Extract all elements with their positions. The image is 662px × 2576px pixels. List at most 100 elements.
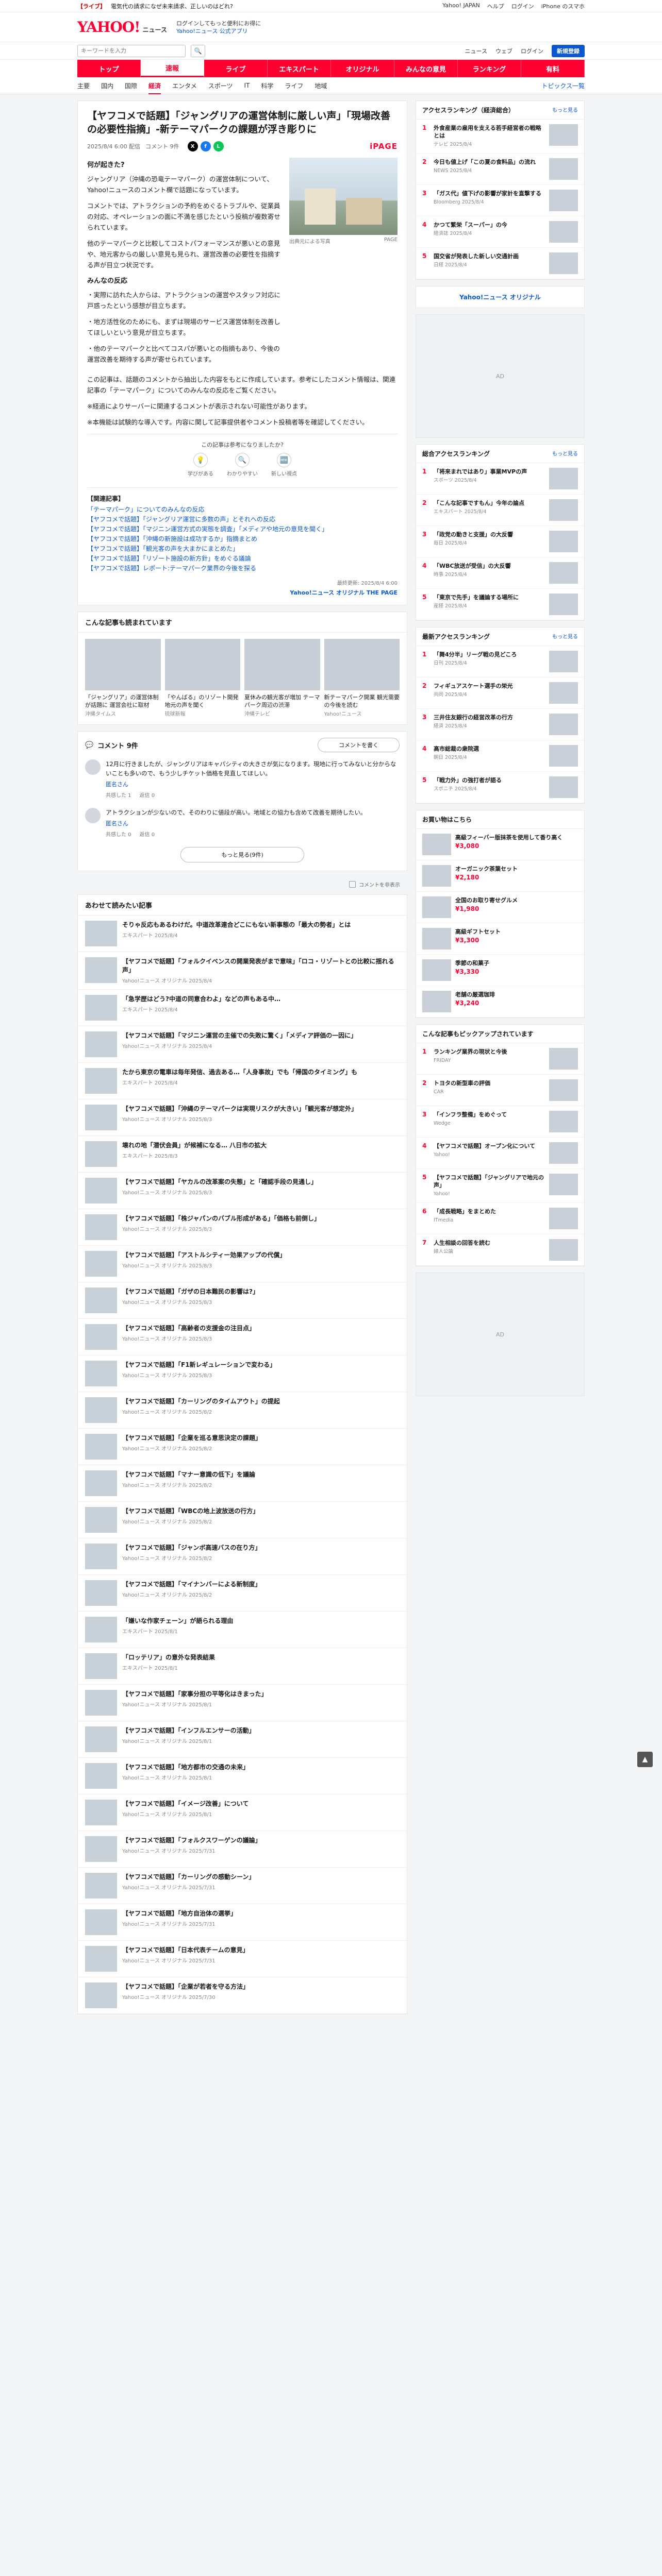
recommend-item[interactable]: 「やんばる」のリゾート開発 地元の声を聞く 琉球新報 <box>164 639 240 718</box>
ranking-item[interactable]: 6 「成長戦略」をまとめた ITmedia <box>416 1203 584 1234</box>
ranking-economy-more[interactable]: もっと見る <box>552 106 578 114</box>
latest-item[interactable]: 【ヤフコメで話題】「地方都市の交通の未来」 Yahoo!ニュース オリジナル 20… <box>78 1758 407 1794</box>
ranking-item[interactable]: 3 「インフラ整備」をめぐって Wedge <box>416 1106 584 1138</box>
ranking-item[interactable]: 3 三井住友銀行の経営改革の行方 経済 2025/8/4 <box>416 709 584 740</box>
nav-more-link[interactable]: トピックス一覧 <box>541 81 585 90</box>
latest-item[interactable]: 【ヤフコメで話題】「沖縄のテーマパークは実現リスクが大きい」「観光客が想定外」 Y… <box>78 1099 407 1136</box>
search-link-web[interactable]: ウェブ <box>495 47 512 55</box>
nav-secondary-item[interactable]: 地域 <box>315 81 327 90</box>
like-button[interactable]: 共感した 0 <box>106 831 131 840</box>
ranking-item[interactable]: 3 「政党の動きと支援」の大反響 毎日 2025/8/4 <box>416 526 584 557</box>
latest-item[interactable]: 【ヤフコメで話題】「ガザの日本難民の影響は?」 Yahoo!ニュース オリジナル … <box>78 1282 407 1319</box>
nav-secondary-item[interactable]: スポーツ <box>208 81 233 90</box>
reaction-button[interactable]: 🆕 新しい視点 <box>271 453 297 477</box>
comment-user[interactable]: 匿名さん <box>106 819 366 828</box>
ranking-item[interactable]: 1 ランキング業界の現状と今後 FRIDAY <box>416 1043 584 1075</box>
publisher-logo[interactable]: iPAGE <box>370 142 398 151</box>
latest-item[interactable]: 【ヤフコメで話題】「株ジャパンのバブル形成がある」「価格も前倒し」 Yahoo!ニ… <box>78 1209 407 1246</box>
nav-primary-item[interactable]: みんなの意見 <box>394 60 458 77</box>
latest-item[interactable]: 【ヤフコメで話題】「家事分担の平等化はきまった」 Yahoo!ニュース オリジナル… <box>78 1685 407 1721</box>
ranking-item[interactable]: 7 人生相談の回答を読む 婦人公論 <box>416 1234 584 1266</box>
ranking-item[interactable]: 5 「戦力外」の強打者が語る スポニチ 2025/8/4 <box>416 772 584 803</box>
ranking-item[interactable]: 2 トヨタの新型車の評価 CAR <box>416 1075 584 1106</box>
related-link[interactable]: 【ヤフコメで話題】「ジャングリア運営に多数の声」とそれへの反応 <box>87 515 398 524</box>
latest-item[interactable]: 【ヤフコメで話題】「フォルクスワーゲンの議論」 Yahoo!ニュース オリジナル … <box>78 1831 407 1868</box>
article-photo[interactable] <box>289 158 398 235</box>
shopping-item[interactable]: 老舗の厳選珈琲 ¥3,240 <box>416 986 584 1018</box>
latest-item[interactable]: 【ヤフコメで話題】「イメージ改善」について Yahoo!ニュース オリジナル 20… <box>78 1794 407 1831</box>
article-comments-count[interactable]: コメント 9件 <box>145 142 179 150</box>
alert-right-link[interactable]: iPhone のスマホ <box>541 2 585 10</box>
ad-slot[interactable]: AD <box>416 314 585 438</box>
latest-item[interactable]: 「ロッテリア」の意外な発表結果 エキスパート 2025/8/1 <box>78 1648 407 1685</box>
latest-item[interactable]: 【ヤフコメで話題】「カーリングのタイムアウト」の提起 Yahoo!ニュース オリジ… <box>78 1392 407 1429</box>
nav-secondary-item[interactable]: 国内 <box>101 81 113 90</box>
latest-item[interactable]: 【ヤフコメで話題】「ヤカルの改革案の失態」と「確認手段の見通し」 Yahoo!ニュ… <box>78 1173 407 1209</box>
more-comments-button[interactable]: もっと見る(9件) <box>180 847 304 862</box>
ranking-item[interactable]: 1 外食産業の雇用を支える若手経営者の戦略とは テレビ 2025/8/4 <box>416 120 584 154</box>
nav-secondary-item[interactable]: エンタメ <box>172 81 197 90</box>
nav-secondary-item[interactable]: ライフ <box>285 81 303 90</box>
reply-button[interactable]: 返信 0 <box>140 791 155 801</box>
latest-item[interactable]: 【ヤフコメで話題】「カーリングの感動シーン」 Yahoo!ニュース オリジナル 2… <box>78 1868 407 1904</box>
hide-comments-checkbox[interactable] <box>349 881 356 888</box>
latest-item[interactable]: 【ヤフコメで話題】「高齢者の支援金の注目点」 Yahoo!ニュース オリジナル 2… <box>78 1319 407 1355</box>
alert-right-link[interactable]: ヘルプ <box>487 2 504 10</box>
reaction-button[interactable]: 🔍 わかりやすい <box>227 453 258 477</box>
shopping-item[interactable]: オーガニック茶葉セット ¥2,180 <box>416 860 584 892</box>
nav-secondary-item[interactable]: 国際 <box>125 81 137 90</box>
latest-item[interactable]: 【ヤフコメで話題】「マナー意識の低下」を議論 Yahoo!ニュース オリジナル 2… <box>78 1465 407 1502</box>
nav-primary-item[interactable]: ライブ <box>204 60 268 77</box>
latest-item[interactable]: 【ヤフコメで話題】「アストルシティー効果アップの代償」 Yahoo!ニュース オリ… <box>78 1246 407 1282</box>
related-link[interactable]: 【ヤフコメで話題】「沖縄の新施設は成功するか」指摘まとめ <box>87 534 398 544</box>
ranking-item[interactable]: 1 「舞4分半」リーグ戦の見どころ 日刊 2025/8/4 <box>416 646 584 677</box>
latest-item[interactable]: 【ヤフコメで話題】「インフルエンサーの活動」 Yahoo!ニュース オリジナル 2… <box>78 1721 407 1758</box>
latest-item[interactable]: 【ヤフコメで話題】「企業が若者を守る方法」 Yahoo!ニュース オリジナル 20… <box>78 1977 407 2014</box>
ranking-item[interactable]: 4 【ヤフコメで話題】オープン化について Yahoo! <box>416 1138 584 1169</box>
x-share-icon[interactable]: X <box>187 141 198 151</box>
app-promo-link[interactable]: Yahoo!ニュース 公式アプリ <box>176 27 261 35</box>
latest-item[interactable]: 「急学歴はどう?中道の同意合わよ」などの声もある中… エキスパート 2025/8/… <box>78 990 407 1026</box>
line-share-icon[interactable]: L <box>213 141 224 151</box>
related-link[interactable]: 「テーマパーク」についてのみんなの反応 <box>87 505 398 515</box>
shopping-item[interactable]: 高級フィーバー版抹茶を使用して香り高く ¥3,080 <box>416 829 584 860</box>
register-button[interactable]: 新規登録 <box>552 44 585 57</box>
latest-item[interactable]: 【ヤフコメで話題】「企業を巡る意思決定の課題」 Yahoo!ニュース オリジナル … <box>78 1429 407 1465</box>
search-link-news[interactable]: ニュース <box>465 47 487 55</box>
search-button[interactable]: 🔍 <box>191 44 205 57</box>
latest-item[interactable]: たから東京の電車は毎年発信、過去ある…「人身事故」でも「帰国のタイミング」も エキ… <box>78 1063 407 1099</box>
like-button[interactable]: 共感した 1 <box>106 791 131 801</box>
post-comment-button[interactable]: コメントを書く <box>318 738 400 752</box>
nav-primary-item[interactable]: エキスパート <box>268 60 331 77</box>
related-link[interactable]: 【ヤフコメで話題】「観光客の声を大まかにまとめた」 <box>87 544 398 554</box>
ranking-item[interactable]: 4 高市総裁の衆院選 朝日 2025/8/4 <box>416 740 584 772</box>
ranking-item[interactable]: 5 国交省が発表した新しい交通計画 日経 2025/8/4 <box>416 248 584 279</box>
latest-item[interactable]: 【ヤフコメで話題】「地方自治体の選挙」 Yahoo!ニュース オリジナル 2025… <box>78 1904 407 1941</box>
comment-user[interactable]: 匿名さん <box>106 780 400 789</box>
latest-item[interactable]: 【ヤフコメで話題】「日本代表チームの意見」 Yahoo!ニュース オリジナル 20… <box>78 1941 407 1977</box>
nav-primary-item[interactable]: トップ <box>77 60 141 77</box>
search-input[interactable] <box>77 44 186 57</box>
latest-item[interactable]: 【ヤフコメで話題】「WBCの地上波放送の行方」 Yahoo!ニュース オリジナル … <box>78 1502 407 1538</box>
recommend-item[interactable]: 夏休みの観光客が増加 テーマパーク周辺の渋滞 沖縄テレビ <box>244 639 320 718</box>
nav-primary-item[interactable]: ランキング <box>458 60 521 77</box>
scroll-top-button[interactable]: ▲ <box>637 1752 653 1767</box>
related-link[interactable]: 【ヤフコメで話題】レポート:テーマパーク業界の今後を探る <box>87 564 398 573</box>
alert-right-link[interactable]: ログイン <box>511 2 534 10</box>
latest-item[interactable]: そりゃ反応もあるわけだ。中道改革連合どこにもない新事態の「最大の勢者」とは エキス… <box>78 916 407 952</box>
ranking-total-more[interactable]: もっと見る <box>552 449 578 458</box>
alert-link[interactable]: 電気代の請求になぜ未来請求、正しいのはどれ? <box>111 2 233 10</box>
reply-button[interactable]: 返信 0 <box>140 831 155 840</box>
login-promo-link[interactable]: ログインしてもっと便利にお得に <box>176 20 261 27</box>
ad-slot-2[interactable]: AD <box>416 1273 585 1396</box>
ranking-latest-more[interactable]: もっと見る <box>552 632 578 641</box>
nav-primary-item[interactable]: 速報 <box>141 60 204 77</box>
ranking-item[interactable]: 2 今日も値上げ「この夏の食料品」の流れ NEWS 2025/8/4 <box>416 154 584 185</box>
yahoo-logo[interactable]: YAHOO! ニュース <box>77 19 167 36</box>
latest-item[interactable]: 【ヤフコメで話題】「F1新レギュレーションで変わる」 Yahoo!ニュース オリジ… <box>78 1355 407 1392</box>
ranking-item[interactable]: 4 かつて繁栄「スーパー」の今 経済誌 2025/8/4 <box>416 216 584 248</box>
article-source[interactable]: Yahoo!ニュース オリジナル THE PAGE <box>87 588 398 597</box>
login-link[interactable]: ログイン <box>521 47 543 55</box>
latest-item[interactable]: 【ヤフコメで話題】「ジャンボ高速バスの在り方」 Yahoo!ニュース オリジナル … <box>78 1538 407 1575</box>
latest-item[interactable]: 【ヤフコメで話題】「マジニン運営の主催での失敗に驚く」「メディア評価の一因に」 Y… <box>78 1026 407 1063</box>
